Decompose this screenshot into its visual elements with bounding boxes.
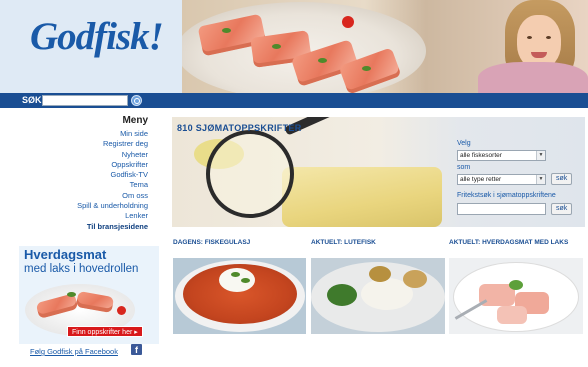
card-title-lutefisk[interactable]: AKTUELT: LUTEFISK [311,239,376,246]
recipe-search-form: Velg alle fiskesorter ▼ som alle type re… [456,137,585,227]
magnifier-icon [206,130,294,218]
promo-title: Hverdagsmat [24,247,107,262]
girl-body [478,62,588,93]
tomato [342,16,354,28]
sidebar-item-lenker[interactable]: Lenker [77,211,148,221]
salmon-piece [497,306,527,324]
recipe-count-title: 810 SJØMATOPPSKRIFTER [177,123,302,133]
sidebar-item-godfisk-tv[interactable]: Godfisk-TV [77,170,148,180]
facebook-icon[interactable]: f [131,344,142,355]
site-header: Godfisk! [0,0,588,93]
fish-type-select[interactable]: alle fiskesorter ▼ [457,150,546,161]
find-recipes-button[interactable]: Finn oppskrifter her ▸ [67,326,143,337]
sidebar-item-nyheter[interactable]: Nyheter [77,150,148,160]
sidebar-item-spill[interactable]: Spill & underholdning [77,201,148,211]
recipe-search-banner: 810 SJØMATOPPSKRIFTER Velg alle fiskesor… [172,117,585,227]
dish-type-select[interactable]: alle type retter ▼ [457,174,546,185]
sidebar-item-oppskrifter[interactable]: Oppskrifter [77,160,148,170]
search-bar: SØK [0,93,588,108]
card-title-fiskegulasj[interactable]: DAGENS: FISKEGULASJ [173,239,250,246]
herb [241,278,250,283]
godfisk-logo[interactable]: Godfisk! [30,14,164,59]
girl-face [517,15,561,69]
tomato [117,306,126,315]
facebook-link[interactable]: Følg Godfisk på Facebook [30,347,118,356]
potato [369,266,391,282]
sidebar-item-tema[interactable]: Tema [77,180,148,190]
pea-puree [327,284,357,306]
search-icon[interactable] [131,95,142,106]
promo-banner[interactable]: Hverdagsmat med laks i hovedrollen Finn … [19,246,159,344]
herb [509,280,523,290]
fiskegulasj-image[interactable] [173,258,306,334]
dish-type-value: alle type retter [460,176,502,183]
search-label: SØK [22,95,42,105]
sidebar-item-bransjesidene[interactable]: Til bransjesidene [77,222,148,232]
promo-subtitle: med laks i hovedrollen [24,263,139,275]
freetext-search-button[interactable]: søk [551,203,573,215]
chevron-down-icon: ▼ [536,175,545,184]
fish-type-value: alle fiskesorter [460,152,502,159]
sidebar: Meny Min side Registrer deg Nyheter Opps… [0,108,160,367]
som-label: som [457,164,471,171]
search-input[interactable] [42,95,128,106]
girl-eye [546,36,551,39]
herb [67,292,76,297]
herb [272,44,281,49]
lutefisk-image[interactable] [311,258,445,334]
herb [231,272,240,277]
freetext-label: Fritekstsøk i sjømatoppskriftene [457,192,556,199]
menu-title: Meny [122,115,148,126]
herb [318,58,327,63]
herb [362,66,371,71]
sidebar-item-min-side[interactable]: Min side [77,129,148,139]
search-button[interactable]: søk [551,173,573,185]
sidebar-menu: Min side Registrer deg Nyheter Oppskrift… [77,129,148,232]
sidebar-item-registrer-deg[interactable]: Registrer deg [77,139,148,149]
laks-image[interactable] [449,258,583,334]
freetext-search-input[interactable] [457,203,546,215]
girl-eye [527,36,532,39]
sidebar-item-om-oss[interactable]: Om oss [77,191,148,201]
card-title-laks[interactable]: AKTUELT: HVERDAGSMAT MED LAKS [449,239,568,246]
food-background [282,167,442,227]
herb [222,28,231,33]
chevron-down-icon: ▼ [536,151,545,160]
velg-label: Velg [457,140,471,147]
potato [403,270,427,288]
